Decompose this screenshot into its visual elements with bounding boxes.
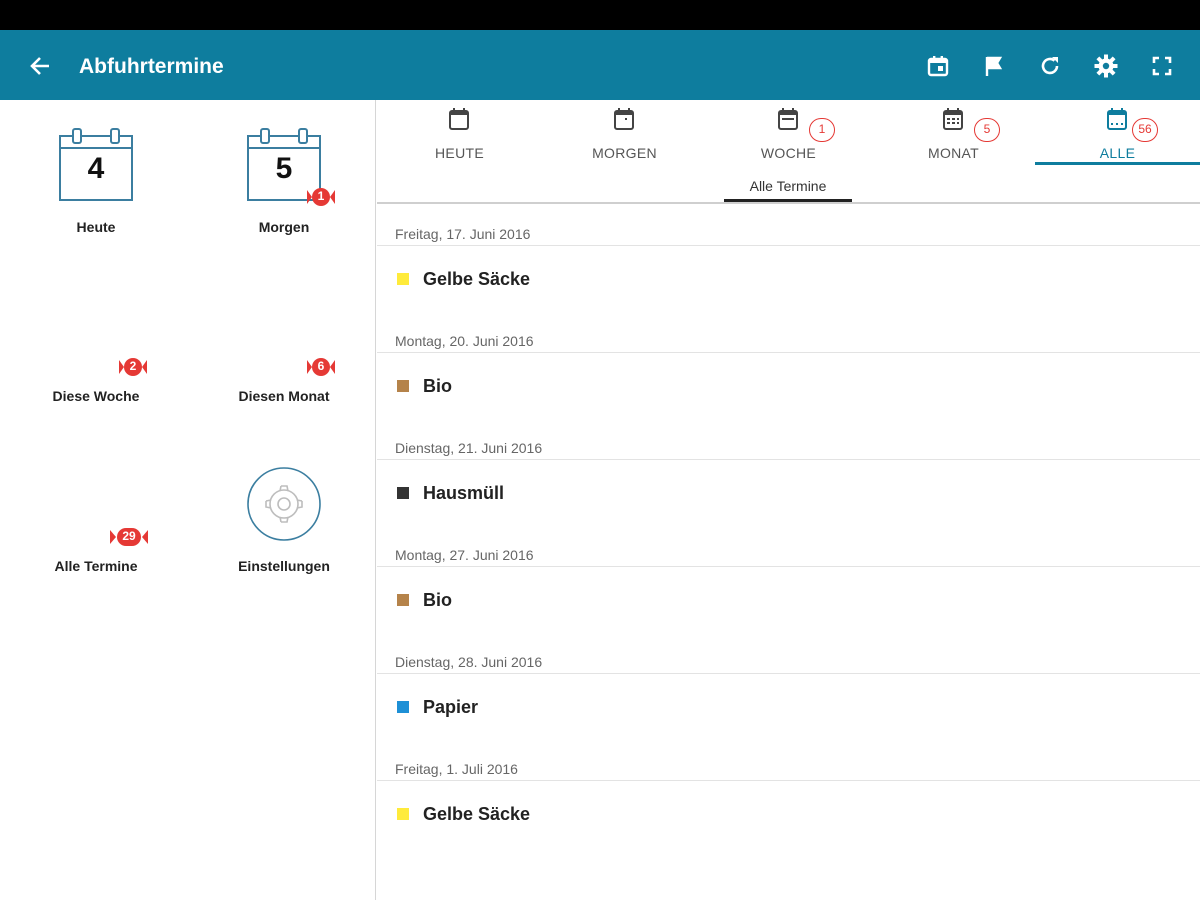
- tab-bar: HEUTE MORGEN 1 WOCHE 5 MONAT 56 ALLE: [377, 100, 1200, 170]
- tab-count-badge: 5: [974, 118, 1000, 142]
- tab-morgen[interactable]: MORGEN: [542, 100, 707, 166]
- list-group: Freitag, 17. Juni 2016 Gelbe Säcke: [377, 212, 1200, 319]
- list-item[interactable]: Bio: [377, 353, 1200, 413]
- waste-type: Gelbe Säcke: [423, 269, 531, 289]
- main-content: HEUTE MORGEN 1 WOCHE 5 MONAT 56 ALLE All…: [377, 100, 1200, 900]
- tile-label: Heute: [76, 219, 116, 235]
- tab-label: WOCHE: [760, 145, 817, 161]
- subtab-label: Alle Termine: [749, 178, 827, 194]
- color-swatch: [397, 380, 409, 392]
- status-bar: 10:06: [0, 0, 1200, 415]
- calendar-week-icon: [778, 108, 798, 130]
- fullscreen-button[interactable]: [1144, 48, 1180, 84]
- app-bar: Abfuhrtermine: [0, 30, 1200, 100]
- tile-label: Alle Termine: [54, 558, 138, 574]
- date-header: Freitag, 17. Juni 2016: [395, 226, 531, 242]
- tile-morgen[interactable]: 5 1 Morgen: [199, 122, 369, 242]
- appointment-list: Freitag, 17. Juni 2016 Gelbe Säcke Monta…: [377, 212, 1200, 854]
- list-item[interactable]: Gelbe Säcke: [377, 246, 1200, 306]
- calendar-day-number: 5: [275, 152, 293, 185]
- tab-woche[interactable]: 1 WOCHE: [706, 100, 871, 166]
- tile-heute[interactable]: 4 Heute: [11, 122, 181, 242]
- toolbar-actions: [920, 48, 1180, 84]
- count-badge: 6: [306, 352, 336, 382]
- calendar-all-icon: [1107, 108, 1127, 130]
- back-button[interactable]: [22, 48, 58, 84]
- tab-count-badge: 56: [1132, 118, 1158, 142]
- list-group: Dienstag, 21. Juni 2016 Hausmüll: [377, 426, 1200, 533]
- calendar-day-icon: [614, 108, 634, 130]
- list-item[interactable]: Gelbe Säcke: [377, 781, 1200, 841]
- count-badge: 2: [118, 352, 148, 382]
- settings-button[interactable]: [1088, 48, 1124, 84]
- count-badge: 29: [109, 522, 149, 552]
- divider: [377, 202, 1200, 204]
- badge-count: 6: [317, 359, 325, 373]
- tile-diese-woche[interactable]: 2 Diese Woche: [11, 350, 181, 410]
- tile-label: Diesen Monat: [238, 388, 330, 404]
- waste-type: Papier: [423, 697, 479, 717]
- badge-count: 1: [317, 189, 325, 203]
- calendar-month-icon: [943, 108, 963, 130]
- color-swatch: [397, 487, 409, 499]
- list-item[interactable]: Papier: [377, 674, 1200, 734]
- list-item[interactable]: Bio: [377, 567, 1200, 627]
- tile-einstellungen[interactable]: Einstellungen: [199, 464, 369, 580]
- tile-label: Morgen: [258, 219, 310, 235]
- tab-label: ALLE: [1099, 145, 1136, 161]
- color-swatch: [397, 808, 409, 820]
- settings-gear-icon: [247, 467, 321, 541]
- tab-label: MONAT: [927, 145, 979, 161]
- color-swatch: [397, 701, 409, 713]
- tile-diesen-monat[interactable]: 6 Diesen Monat: [199, 350, 369, 410]
- list-group: Montag, 20. Juni 2016 Bio: [377, 319, 1200, 426]
- tab-alle[interactable]: 56 ALLE: [1035, 100, 1200, 166]
- waste-type: Bio: [423, 590, 452, 610]
- date-header: Montag, 27. Juni 2016: [395, 547, 534, 563]
- tab-monat[interactable]: 5 MONAT: [871, 100, 1036, 166]
- refresh-icon: [1041, 57, 1059, 75]
- settings-icon: [1094, 54, 1118, 78]
- today-button[interactable]: [920, 48, 956, 84]
- date-header: Montag, 20. Juni 2016: [395, 333, 534, 349]
- calendar-day-number: 4: [87, 152, 105, 185]
- badge-count: 2: [129, 359, 137, 373]
- refresh-button[interactable]: [1032, 48, 1068, 84]
- count-badge: 1: [306, 182, 336, 212]
- tile-alle-termine[interactable]: 29 Alle Termine: [11, 520, 181, 580]
- calendar-today-icon: [927, 56, 949, 77]
- calendar-day-icon: [449, 108, 469, 130]
- tile-label: Diese Woche: [52, 388, 140, 404]
- tab-heute[interactable]: HEUTE: [377, 100, 542, 166]
- tab-count-badge: 1: [809, 118, 835, 142]
- list-group: Dienstag, 28. Juni 2016 Papier: [377, 640, 1200, 747]
- subtab-alle-termine[interactable]: Alle Termine: [724, 174, 852, 202]
- color-swatch: [397, 273, 409, 285]
- arrow-back-icon: [30, 57, 49, 75]
- waste-type: Bio: [423, 376, 452, 396]
- tile-label: Einstellungen: [238, 558, 330, 574]
- list-group: Montag, 27. Juni 2016 Bio: [377, 533, 1200, 640]
- date-header: Dienstag, 28. Juni 2016: [395, 654, 543, 670]
- fullscreen-icon: [1152, 56, 1172, 76]
- page-title: Abfuhrtermine: [79, 55, 224, 78]
- date-header: Dienstag, 21. Juni 2016: [395, 440, 543, 456]
- list-item[interactable]: Hausmüll: [377, 460, 1200, 520]
- flag-icon: [985, 56, 1003, 76]
- sidebar: 4 Heute 5 1 Morgen 2 Diese Woche 6 Diese…: [0, 100, 376, 900]
- active-tab-indicator: [1035, 162, 1200, 165]
- color-swatch: [397, 594, 409, 606]
- tab-label: MORGEN: [592, 145, 657, 161]
- date-header: Freitag, 1. Juli 2016: [395, 761, 518, 777]
- waste-type: Gelbe Säcke: [423, 804, 531, 824]
- waste-type: Hausmüll: [423, 483, 505, 503]
- tab-label: HEUTE: [435, 145, 484, 161]
- badge-count: 29: [122, 529, 136, 543]
- list-group: Freitag, 1. Juli 2016 Gelbe Säcke: [377, 747, 1200, 854]
- flag-button[interactable]: [976, 48, 1012, 84]
